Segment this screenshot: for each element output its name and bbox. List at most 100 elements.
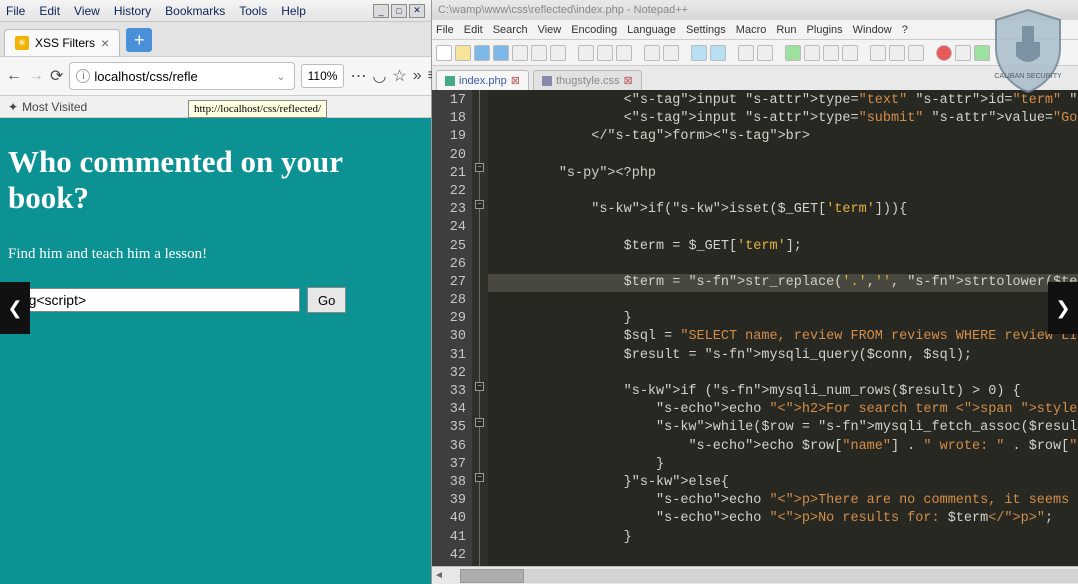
npp-menu-file[interactable]: File xyxy=(436,24,454,36)
tool-paste-icon[interactable] xyxy=(616,45,632,61)
tool-saveall-icon[interactable] xyxy=(493,45,509,61)
term-input[interactable] xyxy=(8,288,300,312)
tool-func-icon[interactable] xyxy=(870,45,886,61)
menu-edit[interactable]: Edit xyxy=(39,4,60,18)
page-lead: Find him and teach him a lesson! xyxy=(8,246,423,263)
slideshow-prev-button[interactable]: ❮ xyxy=(0,282,30,334)
tool-allchars-icon[interactable] xyxy=(823,45,839,61)
tool-zoomin-icon[interactable] xyxy=(738,45,754,61)
tab-close-icon[interactable]: × xyxy=(101,35,109,51)
tool-play-icon[interactable] xyxy=(974,45,990,61)
fold-box-icon[interactable]: − xyxy=(475,473,484,482)
watermark-shield-icon: CALIBAN SECURITY xyxy=(992,8,1064,94)
npp-menu-plugins[interactable]: Plugins xyxy=(807,24,843,36)
tool-record-icon[interactable] xyxy=(936,45,952,61)
npp-tabbar: index.php ⊠ thugstyle.css ⊠ xyxy=(432,66,1078,90)
tool-new-icon[interactable] xyxy=(436,45,452,61)
fold-margin[interactable]: − − − − − xyxy=(472,90,488,566)
code-body[interactable]: <"s-tag">input "s-attr">type="text" "s-a… xyxy=(488,90,1078,566)
go-button[interactable]: Go xyxy=(307,287,346,313)
horizontal-scrollbar[interactable]: ◄ ► xyxy=(432,566,1078,584)
url-dropdown-icon[interactable]: ⌄ xyxy=(274,70,287,83)
tab-favicon-icon: ✳ xyxy=(15,36,29,50)
menu-bookmarks[interactable]: Bookmarks xyxy=(165,4,225,18)
page-heading: Who commented on your book? xyxy=(8,144,423,216)
close-icon[interactable]: ✕ xyxy=(409,4,425,18)
svg-text:CALIBAN SECURITY: CALIBAN SECURITY xyxy=(994,73,1062,80)
fold-box-icon[interactable]: − xyxy=(475,418,484,427)
new-tab-button[interactable]: + xyxy=(126,28,152,52)
forward-button[interactable]: → xyxy=(28,65,44,87)
npp-menu-run[interactable]: Run xyxy=(776,24,796,36)
fold-box-icon[interactable]: − xyxy=(475,382,484,391)
overflow-icon[interactable]: » xyxy=(413,65,422,87)
tool-stop-icon[interactable] xyxy=(955,45,971,61)
bookmark-star-icon[interactable]: ☆ xyxy=(392,65,406,87)
browser-tab[interactable]: ✳ XSS Filters × xyxy=(4,29,120,56)
menu-help[interactable]: Help xyxy=(281,4,306,18)
npp-menu-settings[interactable]: Settings xyxy=(686,24,726,36)
tool-close-icon[interactable] xyxy=(512,45,528,61)
maximize-icon[interactable]: □ xyxy=(391,4,407,18)
tool-find-icon[interactable] xyxy=(691,45,707,61)
npp-menu-view[interactable]: View xyxy=(538,24,562,36)
menu-history[interactable]: History xyxy=(114,4,151,18)
minimize-icon[interactable]: _ xyxy=(373,4,389,18)
tool-print-icon[interactable] xyxy=(550,45,566,61)
slideshow-next-button[interactable]: ❯ xyxy=(1048,282,1078,334)
line-gutter: 1718192021222324252627282930313233343536… xyxy=(432,90,472,566)
npp-menu-window[interactable]: Window xyxy=(853,24,892,36)
url-tooltip: http://localhost/css/reflected/ xyxy=(188,100,327,118)
tool-replace-icon[interactable] xyxy=(710,45,726,61)
tool-folder-icon[interactable] xyxy=(889,45,905,61)
tool-save-icon[interactable] xyxy=(474,45,490,61)
tool-closeall-icon[interactable] xyxy=(531,45,547,61)
bookmark-most-visited[interactable]: Most Visited xyxy=(22,100,87,114)
browser-menubar: File Edit View History Bookmarks Tools H… xyxy=(0,0,431,22)
url-bar[interactable]: i ⌄ xyxy=(69,62,294,90)
fold-box-icon[interactable]: − xyxy=(475,200,484,209)
tool-indent-icon[interactable] xyxy=(842,45,858,61)
gear-icon: ✦ xyxy=(8,100,18,114)
tool-monitor-icon[interactable] xyxy=(908,45,924,61)
npp-menu-macro[interactable]: Macro xyxy=(736,24,767,36)
zoom-indicator[interactable]: 110% xyxy=(301,64,345,88)
scroll-thumb[interactable] xyxy=(460,569,524,583)
nav-toolbar: ← → ⟳ i ⌄ 110% ⋯ ◡ ☆ » ≡ xyxy=(0,56,431,96)
tab-close-icon[interactable]: ⊠ xyxy=(624,74,633,87)
scroll-track[interactable] xyxy=(460,569,1078,583)
code-editor[interactable]: 1718192021222324252627282930313233343536… xyxy=(432,90,1078,566)
tool-zoomout-icon[interactable] xyxy=(757,45,773,61)
npp-tab-label: thugstyle.css xyxy=(556,75,620,87)
menu-tools[interactable]: Tools xyxy=(239,4,267,18)
reload-button[interactable]: ⟳ xyxy=(50,65,63,87)
tab-saved-icon xyxy=(542,76,552,86)
tool-wrap-icon[interactable] xyxy=(804,45,820,61)
scroll-left-icon[interactable]: ◄ xyxy=(432,570,446,581)
info-icon[interactable]: i xyxy=(76,69,90,83)
tool-open-icon[interactable] xyxy=(455,45,471,61)
more-icon[interactable]: ⋯ xyxy=(350,65,366,87)
notepadpp-window: C:\wamp\www\css\reflected\index.php - No… xyxy=(432,0,1078,584)
npp-menu-search[interactable]: Search xyxy=(493,24,528,36)
browser-window-controls: _ □ ✕ xyxy=(371,4,425,18)
npp-menu-help[interactable]: ? xyxy=(902,24,908,36)
pocket-icon[interactable]: ◡ xyxy=(372,65,386,87)
back-button[interactable]: ← xyxy=(6,65,22,87)
tool-undo-icon[interactable] xyxy=(644,45,660,61)
npp-tab-inactive[interactable]: thugstyle.css ⊠ xyxy=(533,70,642,90)
menu-view[interactable]: View xyxy=(74,4,100,18)
npp-menu-encoding[interactable]: Encoding xyxy=(571,24,617,36)
fold-box-icon[interactable]: − xyxy=(475,163,484,172)
tool-sync-icon[interactable] xyxy=(785,45,801,61)
menu-file[interactable]: File xyxy=(6,4,25,18)
tool-cut-icon[interactable] xyxy=(578,45,594,61)
tool-copy-icon[interactable] xyxy=(597,45,613,61)
tab-close-icon[interactable]: ⊠ xyxy=(511,74,520,87)
tool-redo-icon[interactable] xyxy=(663,45,679,61)
npp-menu-edit[interactable]: Edit xyxy=(464,24,483,36)
tab-saved-icon xyxy=(445,76,455,86)
npp-menu-language[interactable]: Language xyxy=(627,24,676,36)
npp-tab-active[interactable]: index.php ⊠ xyxy=(436,70,529,90)
url-input[interactable] xyxy=(94,69,270,84)
